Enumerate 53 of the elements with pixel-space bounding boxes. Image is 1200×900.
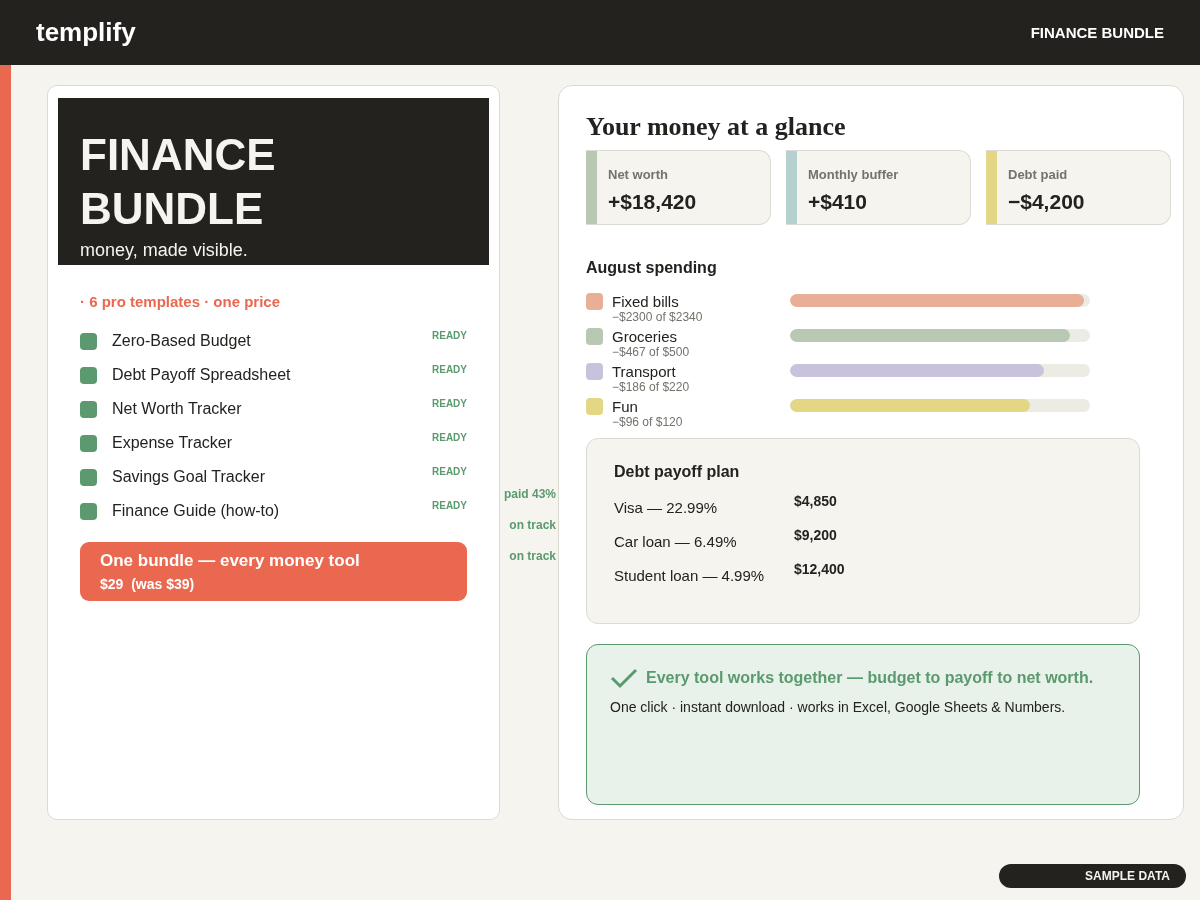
hero-title: FINANCE BUNDLE — [80, 129, 277, 235]
template-icon — [80, 332, 97, 350]
debt-amount: $4,850 — [794, 493, 838, 509]
check-icon — [610, 667, 638, 689]
category-amount: −$2300 of $2340 — [612, 310, 704, 325]
status-note: on track — [509, 518, 556, 532]
debt-name: Student loan — 4.99% — [614, 567, 766, 584]
debt-name: Car loan — 6.49% — [614, 533, 738, 550]
stat-value: −$4,200 — [1008, 190, 1085, 214]
status-label: READY — [432, 500, 467, 511]
category-amount: −$467 of $500 — [612, 345, 691, 360]
nav-link[interactable]: FINANCE BUNDLE — [1030, 24, 1164, 41]
promo-text: One click · instant download · works in Excel, Google Sheets & Numbers. — [610, 699, 1067, 715]
section-title: August spending — [586, 259, 718, 277]
category-name: Transport — [612, 363, 677, 380]
status-note: on track — [509, 549, 556, 563]
debt-amount: $9,200 — [794, 527, 838, 543]
template-icon — [80, 502, 97, 520]
template-name: Net Worth Tracker — [112, 400, 243, 418]
category-amount: −$96 of $120 — [612, 415, 684, 430]
template-icon — [80, 366, 97, 384]
category-amount: −$186 of $220 — [612, 380, 691, 395]
template-icon — [80, 468, 97, 486]
status-note: paid 43% — [503, 487, 556, 501]
template-name: Debt Payoff Spreadsheet — [112, 366, 292, 384]
stat-label: Monthly buffer — [808, 167, 899, 182]
debt-amount: $12,400 — [794, 561, 846, 577]
category-name: Fixed bills — [612, 293, 680, 310]
debt-title: Debt payoff plan — [614, 463, 741, 481]
status-label: READY — [432, 466, 467, 477]
stat-value: +$18,420 — [608, 190, 697, 214]
template-name: Expense Tracker — [112, 434, 234, 452]
promo-headline: Every tool works together — budget to payoff to net worth. — [646, 669, 1094, 687]
template-name: Zero-Based Budget — [112, 332, 252, 350]
status-label: READY — [432, 364, 467, 375]
category-name: Fun — [612, 398, 639, 415]
debt-name: Visa — 22.99% — [614, 499, 719, 516]
logo[interactable]: templify — [36, 17, 136, 48]
template-name: Savings Goal Tracker — [112, 468, 266, 486]
sample-badge: SAMPLE DATA — [999, 864, 1186, 888]
overview-title: Your money at a glance — [586, 112, 847, 142]
category-name: Groceries — [612, 328, 679, 345]
status-label: READY — [432, 330, 467, 341]
stat-label: Debt paid — [1008, 167, 1069, 182]
template-icon — [80, 434, 97, 452]
tagline: money, made visible. — [80, 240, 249, 261]
status-label: READY — [432, 398, 467, 409]
stat-value: +$410 — [808, 190, 868, 214]
stat-label: Net worth — [608, 167, 669, 182]
offer-line: · 6 pro templates · one price — [80, 293, 282, 310]
template-name: Finance Guide (how-to) — [112, 502, 281, 520]
template-icon — [80, 400, 97, 418]
status-label: READY — [432, 432, 467, 443]
